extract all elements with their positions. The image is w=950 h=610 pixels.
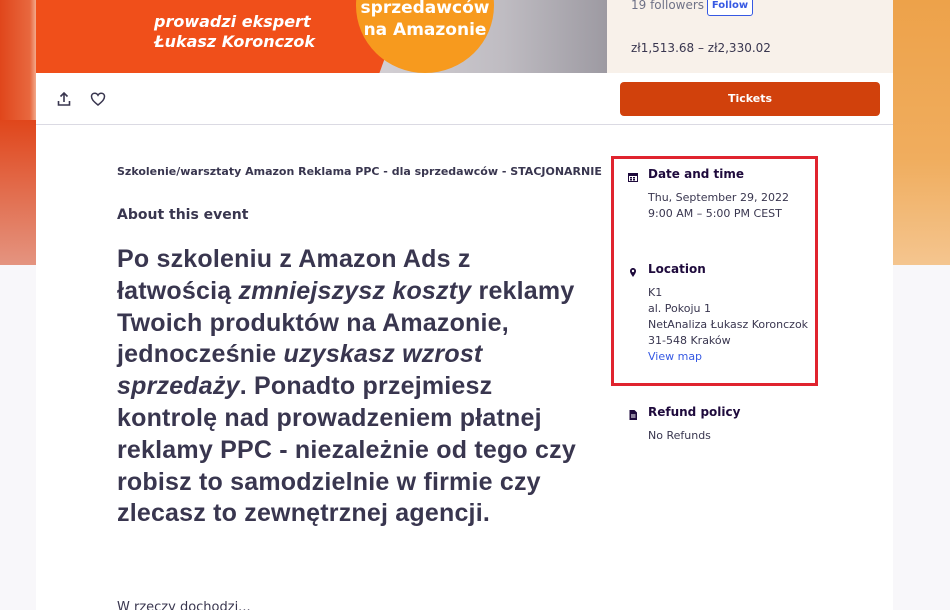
hero-badge-line1: sprzedawców xyxy=(360,0,490,18)
location-line-1: K1 xyxy=(648,286,663,299)
share-icon[interactable] xyxy=(55,90,73,108)
location-line-2: al. Pokoju 1 xyxy=(648,302,711,315)
event-lead-paragraph: Po szkoleniu z Amazon Ads z łatwością zm… xyxy=(117,244,577,530)
hero-text-line1: prowadzi ekspert xyxy=(154,12,311,31)
tickets-button[interactable]: Tickets xyxy=(620,82,880,116)
price-range: zł1,513.68 – zł2,330.02 xyxy=(631,41,771,55)
backdrop-right-fade xyxy=(893,0,950,265)
followers-count: 19 followers xyxy=(631,0,705,12)
refund-policy-text: No Refunds xyxy=(648,429,711,442)
event-time: 9:00 AM – 5:00 PM CEST xyxy=(648,207,782,220)
heart-icon[interactable] xyxy=(89,90,107,108)
event-subtitle: Szkolenie/warsztaty Amazon Reklama PPC -… xyxy=(117,165,602,178)
event-date: Thu, September 29, 2022 xyxy=(648,191,789,204)
lead-emphasis-1: zmniejszysz koszty xyxy=(238,276,472,305)
follow-button[interactable]: Follow xyxy=(707,0,753,16)
location-heading: Location xyxy=(648,262,706,276)
hero-text-line2: Łukasz Koronczok xyxy=(154,32,316,51)
date-time-heading: Date and time xyxy=(648,167,745,181)
calendar-icon xyxy=(627,168,639,182)
hero-badge-line2: na Amazonie xyxy=(363,20,487,40)
refund-policy-heading: Refund policy xyxy=(648,405,741,419)
about-heading: About this event xyxy=(117,207,249,223)
view-map-link[interactable]: View map xyxy=(648,349,702,365)
event-next-line: W rzeczy dochodzi... xyxy=(117,600,251,610)
hero-image: prowadzi ekspert Łukasz Koronczok sprzed… xyxy=(36,0,607,73)
location-pin-icon xyxy=(627,263,639,277)
document-icon xyxy=(627,406,639,420)
location-line-4: 31-548 Kraków xyxy=(648,334,731,347)
event-card: prowadzi ekspert Łukasz Koronczok sprzed… xyxy=(36,0,893,610)
location-line-3: NetAnaliza Łukasz Koronczok xyxy=(648,318,809,331)
backdrop-left-fade xyxy=(0,120,36,265)
